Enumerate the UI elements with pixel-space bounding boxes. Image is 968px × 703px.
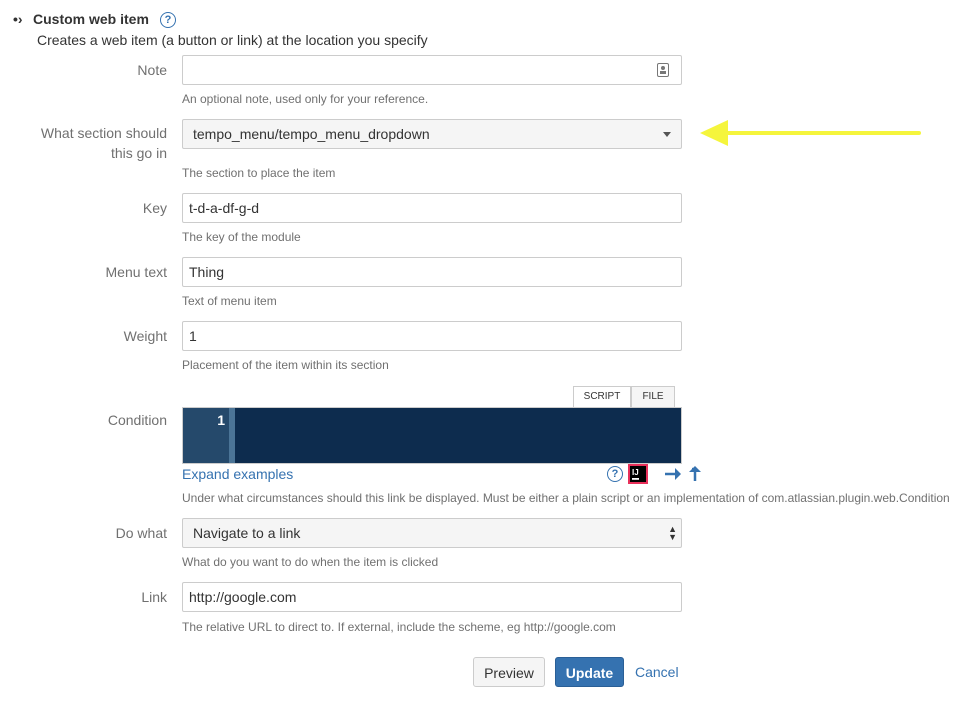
tab-file[interactable]: FILE: [631, 386, 675, 407]
menu-text-description: Text of menu item: [182, 294, 277, 308]
link-description: The relative URL to direct to. If extern…: [182, 620, 616, 634]
menu-text-label: Menu text: [105, 264, 167, 280]
preview-button[interactable]: Preview: [473, 657, 545, 687]
editor-gutter: 1: [183, 408, 229, 463]
do-what-label: Do what: [115, 525, 167, 541]
update-button[interactable]: Update: [555, 657, 624, 687]
condition-label: Condition: [107, 412, 167, 428]
condition-code-editor[interactable]: 1: [182, 407, 682, 464]
select-arrows-icon: ▲ ▼: [668, 524, 677, 542]
tab-script[interactable]: SCRIPT: [573, 386, 631, 407]
menu-text-value: Thing: [189, 264, 225, 280]
help-icon[interactable]: ?: [607, 466, 623, 482]
weight-input[interactable]: 1: [182, 321, 682, 351]
line-number: 1: [217, 412, 225, 428]
weight-value: 1: [189, 328, 197, 344]
condition-description: Under what circumstances should this lin…: [182, 491, 950, 505]
collapse-arrow-icon[interactable]: •›: [13, 11, 33, 27]
intellij-icon[interactable]: IJ: [628, 464, 648, 484]
section-title: Custom web item: [33, 11, 149, 27]
do-what-select[interactable]: Navigate to a link ▲ ▼: [182, 518, 682, 548]
help-icon[interactable]: ?: [160, 12, 176, 28]
section-label-line2: this go in: [110, 145, 167, 161]
link-value: http://google.com: [189, 589, 297, 605]
section-label-line1: What section should: [40, 125, 167, 141]
key-description: The key of the module: [182, 230, 301, 244]
section-description-text: The section to place the item: [182, 166, 336, 180]
link-label: Link: [141, 589, 167, 605]
section-value: tempo_menu/tempo_menu_dropdown: [193, 126, 430, 142]
editor-cursor-line: [229, 408, 235, 463]
note-value: [183, 62, 189, 78]
key-label: Key: [142, 200, 167, 216]
cancel-link[interactable]: Cancel: [635, 664, 679, 680]
svg-text:IJ: IJ: [632, 468, 639, 477]
contacts-icon[interactable]: [657, 63, 669, 77]
section-select[interactable]: tempo_menu/tempo_menu_dropdown: [182, 119, 682, 149]
annotation-arrow-icon: [700, 120, 921, 146]
arrow-return-icon[interactable]: [686, 465, 704, 483]
chevron-down-icon: [663, 132, 671, 137]
do-what-value: Navigate to a link: [193, 525, 301, 541]
link-input[interactable]: http://google.com: [182, 582, 682, 612]
menu-text-input[interactable]: Thing: [182, 257, 682, 287]
section-label: What section should this go in: [41, 123, 167, 163]
note-label: Note: [137, 62, 167, 78]
weight-label: Weight: [123, 328, 167, 344]
note-input[interactable]: [182, 55, 682, 85]
arrow-right-icon[interactable]: [664, 466, 682, 482]
key-value: t-d-a-df-g-d: [189, 200, 260, 216]
weight-description: Placement of the item within its section: [182, 358, 389, 372]
section-header[interactable]: •› Custom web item: [13, 11, 149, 27]
note-description: An optional note, used only for your ref…: [182, 92, 429, 106]
key-input[interactable]: t-d-a-df-g-d: [182, 193, 682, 223]
do-what-description: What do you want to do when the item is …: [182, 555, 439, 569]
section-description: Creates a web item (a button or link) at…: [37, 32, 428, 48]
expand-examples-link[interactable]: Expand examples: [182, 466, 293, 482]
